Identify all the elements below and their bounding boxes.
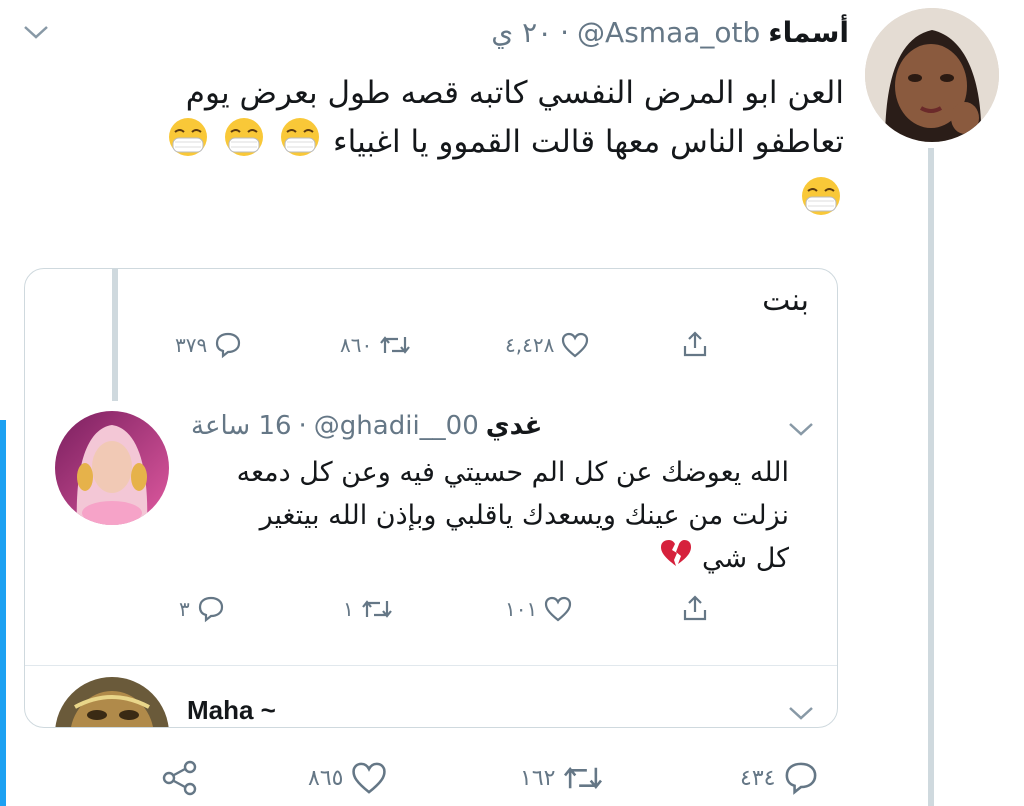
quoted-top-text: بنت [762, 283, 809, 318]
broken-heart-emoji [659, 538, 693, 581]
reply-text-line: الله يعوضك عن كل الم حسيتي فيه وعن كل دم… [236, 457, 789, 488]
reply-header: غدي @ghadii__00 · 16 ساعة [191, 411, 581, 441]
mask-face-emoji [165, 116, 211, 171]
mask-face-emoji [277, 116, 323, 171]
reply-time[interactable]: 16 ساعة [191, 411, 292, 441]
quoted-reply-action[interactable]: ٣٧٩ [175, 331, 243, 359]
chevron-down-icon[interactable] [22, 22, 50, 46]
accent-edge-line [0, 420, 6, 806]
reply-chevron-down-icon[interactable] [787, 419, 815, 443]
main-share-action[interactable] [160, 758, 200, 798]
next-reply-avatar[interactable] [55, 677, 169, 727]
share-icon [680, 329, 710, 359]
quoted-tweet-card[interactable]: بنت ٣٧٩ ٨٦٠ ٤,٤٢٨ غدي @ghadii__00 · 16 س… [24, 268, 838, 728]
quoted-share-action[interactable] [680, 329, 710, 359]
reply-avatar[interactable] [55, 411, 169, 525]
share-icon [680, 593, 710, 623]
tweet-text-line: العن ابو المرض النفسي كاتبه قصه طول بعرض… [185, 75, 844, 111]
reply-like-action[interactable]: ١٠١ [505, 595, 573, 623]
reply-text-line: كل شي [191, 537, 789, 581]
reply-icon [213, 331, 243, 359]
next-reply-author-name[interactable]: Maha ~ [187, 695, 276, 726]
author-avatar[interactable] [865, 8, 999, 142]
card-thread-line [112, 269, 118, 401]
mask-face-emoji [221, 116, 267, 171]
reply-icon [196, 595, 226, 623]
retweet-icon [360, 595, 394, 623]
heart-icon [349, 760, 389, 796]
separator: · [560, 16, 570, 49]
quoted-retweet-action[interactable]: ٨٦٠ [340, 331, 412, 359]
divider [25, 665, 837, 666]
heart-icon [560, 331, 590, 359]
reply-reply-action[interactable]: ٣ [179, 595, 226, 623]
quoted-like-action[interactable]: ٤,٤٢٨ [505, 331, 590, 359]
tweet-text: العن ابو المرض النفسي كاتبه قصه طول بعرض… [44, 70, 844, 230]
retweet-icon [378, 331, 412, 359]
main-reply-action[interactable]: ٤٣٤ [740, 760, 821, 796]
reply-retweet-action[interactable]: ١ [343, 595, 394, 623]
main-retweet-action[interactable]: ١٦٢ [520, 760, 605, 796]
separator: · [298, 411, 307, 441]
author-handle[interactable]: @Asmaa_otb [577, 16, 760, 49]
next-reply-chevron-down-icon[interactable] [787, 703, 815, 727]
reply-icon [781, 760, 821, 796]
tweet-header: أسماء @Asmaa_otb · ٢٠ ي [491, 16, 849, 49]
reply-author-name[interactable]: غدي [486, 411, 543, 441]
heart-icon [543, 595, 573, 623]
reply-share-action[interactable] [680, 593, 710, 623]
reply-text: الله يعوضك عن كل الم حسيتي فيه وعن كل دم… [191, 451, 789, 581]
main-like-action[interactable]: ٨٦٥ [308, 760, 389, 796]
retweet-icon [561, 760, 605, 796]
mask-face-emoji [798, 175, 844, 230]
share-nodes-icon [160, 758, 200, 798]
author-name[interactable]: أسماء [768, 16, 849, 49]
reply-author-handle[interactable]: @ghadii__00 [314, 411, 479, 441]
thread-line [928, 148, 934, 806]
tweet-text-line: تعاطفو الناس معها قالت القموو يا اغبياء [44, 116, 844, 171]
tweet-text-line [44, 175, 844, 230]
tweet-date[interactable]: ٢٠ ي [491, 16, 552, 49]
reply-text-line: نزلت من عينك ويسعدك ياقلبي وبإذن الله بي… [259, 500, 789, 531]
